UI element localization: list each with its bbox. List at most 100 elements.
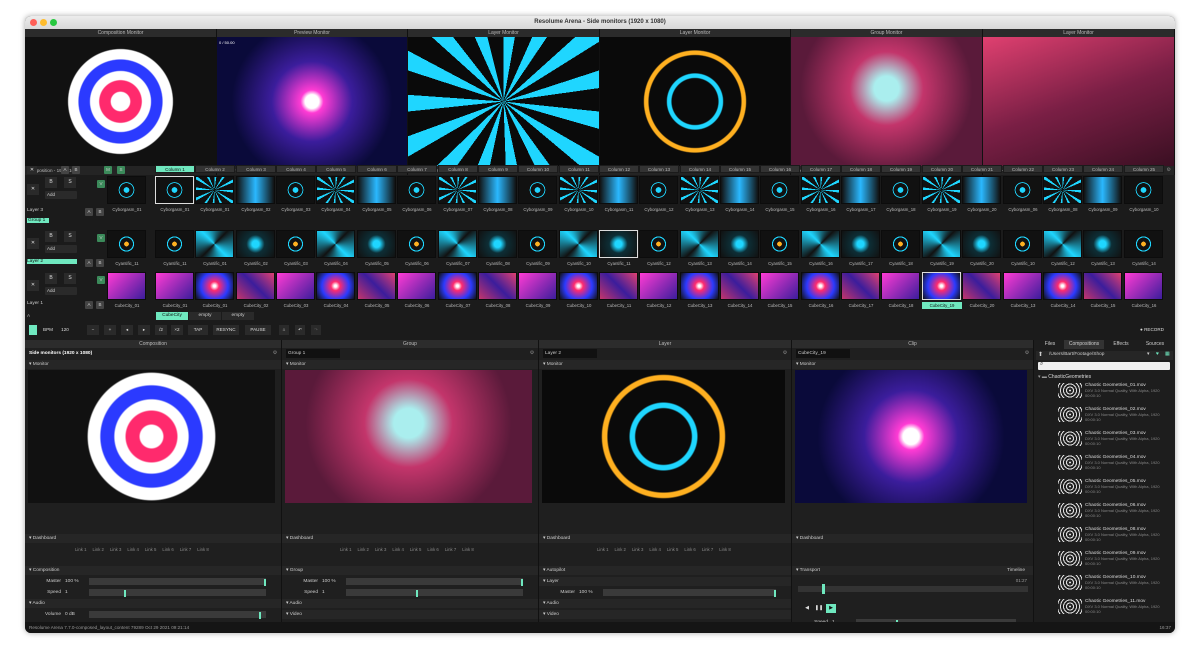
clip-name[interactable]: CubeCity_14 [720,302,760,309]
file-item[interactable]: Chaotic Geometries_02.mov DXV 3.0 Normal … [1036,406,1174,424]
clip-name[interactable]: Cyborgasm_08 [1043,206,1083,213]
clip-thumbnail[interactable] [155,230,194,258]
clip-name[interactable]: Cyantific_11 [599,260,639,267]
column-header[interactable]: Column 20 [922,165,962,173]
layer-solo-button[interactable]: S [64,177,76,188]
param-row[interactable]: Master 100 % [25,577,281,586]
clip-name[interactable]: Cyantific_06 [397,260,437,267]
slider-handle[interactable] [521,579,523,586]
dashboard-section[interactable]: ▾ Dashboard [792,534,1033,543]
dashboard-link[interactable]: Link 8 [462,547,473,552]
column-header[interactable]: Column 10 [518,165,558,173]
dashboard-link[interactable]: Link 3 [110,547,121,552]
param-value[interactable]: 0 [65,621,68,622]
file-item[interactable]: Chaotic Geometries_06.mov DXV 3.0 Normal … [1036,502,1174,520]
clip-thumbnail[interactable] [1124,272,1163,300]
param-slider[interactable] [603,589,776,597]
clip-thumbnail[interactable] [357,272,396,300]
gear-icon[interactable]: ⚙ [530,349,534,358]
clip-name[interactable]: CubeCity_15 [1083,302,1123,309]
column-header[interactable]: Column 9 [478,165,518,173]
clip-thumbnail[interactable] [680,230,719,258]
column-header[interactable]: Column 16 [760,165,800,173]
clip-thumbnail[interactable] [478,272,517,300]
clip-name[interactable]: CubeCity_08 [478,302,518,309]
pause-button[interactable]: PAUSE [245,325,271,335]
clip-thumbnail[interactable] [801,272,840,300]
dashboard-link[interactable]: Link 7 [180,547,191,552]
param-row[interactable]: Speed 1 [792,618,1033,622]
tab-compositions[interactable]: Compositions [1064,340,1104,349]
clip-thumbnail[interactable] [962,230,1001,258]
column-header[interactable]: Column 7 [397,165,437,173]
slider-handle[interactable] [124,590,126,597]
speed-slider[interactable] [856,619,1016,622]
column-header[interactable]: Column 24 [1083,165,1123,173]
clip-name[interactable]: Cyantific_18 [881,260,921,267]
file-item[interactable]: Chaotic Geometries_03.mov DXV 3.0 Normal … [1036,430,1174,448]
clip-thumbnail[interactable] [760,272,799,300]
dashboard-link[interactable]: Link 6 [427,547,438,552]
dashboard-section[interactable]: ▾ Dashboard [25,534,281,543]
timeline-playhead[interactable] [822,584,825,594]
param-row[interactable]: Volume 0 dB [25,610,281,619]
gear-icon[interactable]: ⚙ [783,349,787,358]
clip-name[interactable]: Cyborgasm_03 [276,206,316,213]
layer-a-button[interactable]: A [85,208,93,216]
layer-bypass-button[interactable]: B [45,177,57,188]
clip-thumbnail[interactable] [760,176,799,204]
file-item[interactable]: Chaotic Geometries_04.mov DXV 3.0 Normal … [1036,454,1174,472]
clip-name[interactable]: CubeCity_05 [357,302,397,309]
column-header[interactable]: Column 14 [680,165,720,173]
column-header[interactable]: Column 13 [639,165,679,173]
clip-thumbnail[interactable] [841,272,880,300]
clip-name[interactable]: CubeCity_10 [559,302,599,309]
gear-icon[interactable]: ⚙ [1167,166,1171,175]
gear-icon[interactable]: ⚙ [273,349,277,358]
layer-bypass-button[interactable]: B [45,273,57,284]
dashboard-link[interactable]: Link 5 [667,547,678,552]
clip-name[interactable]: Cyborgasm_16 [801,206,841,213]
record-button[interactable]: ● RECORD [1135,325,1169,335]
clip-name[interactable]: CubeCity_01 [195,302,235,309]
layer-clear-button[interactable]: ✕ [27,238,39,249]
clip-thumbnail[interactable] [639,272,678,300]
redo-icon[interactable]: ↷ [311,325,321,335]
timeline-select[interactable]: Timeline [1007,566,1025,575]
dashboard-link[interactable]: Link 7 [445,547,456,552]
clip-name[interactable]: CubeCity_13 [1003,302,1043,309]
clip-thumbnail[interactable] [639,230,678,258]
column-header[interactable]: Column 11 [559,165,599,173]
clip-thumbnail[interactable] [922,176,961,204]
clip-thumbnail[interactable] [195,176,234,204]
file-item[interactable]: Chaotic Geometries_01.mov DXV 3.0 Normal … [1036,382,1174,400]
clip-name[interactable]: Cyborgasm_08 [478,206,518,213]
column-header[interactable]: Column 21 [962,165,1002,173]
dashboard-link[interactable]: Link 2 [92,547,103,552]
clip-name[interactable]: Cyantific_13 [1083,260,1123,267]
clip-name[interactable]: Cyborgasm_01 [155,206,195,213]
param-slider[interactable] [89,611,266,619]
clip-thumbnail[interactable] [478,176,517,204]
param-value[interactable]: 100 % [65,577,79,586]
column-header[interactable]: Column 18 [841,165,881,173]
layer-v-button[interactable]: V [97,234,105,242]
layer-name[interactable]: Layer 3 [27,208,43,213]
clip-name[interactable]: Cyantific_02 [236,260,276,267]
clip-thumbnail[interactable] [801,230,840,258]
clip-name[interactable]: Cyantific_04 [316,260,356,267]
column-header[interactable]: Column 6 [357,165,397,173]
dashboard-link[interactable]: Link 5 [145,547,156,552]
clip-name[interactable]: CubeCity_07 [438,302,478,309]
clip-name[interactable]: Cyborgasm_01 [195,206,235,213]
column-header[interactable]: Column 4 [276,165,316,173]
clip-name[interactable]: Cyantific_09 [518,260,558,267]
layer-add-select[interactable]: Add [45,245,77,253]
param-row[interactable]: Master 100 % [282,577,538,586]
clip-thumbnail[interactable] [720,176,759,204]
clip-name[interactable]: CubeCity_15 [760,302,800,309]
tab-sources[interactable]: Sources [1138,340,1172,349]
clip-thumbnail[interactable] [1124,230,1163,258]
clip-name[interactable]: Cyantific_12 [639,260,679,267]
clip-thumbnail[interactable] [1003,272,1042,300]
